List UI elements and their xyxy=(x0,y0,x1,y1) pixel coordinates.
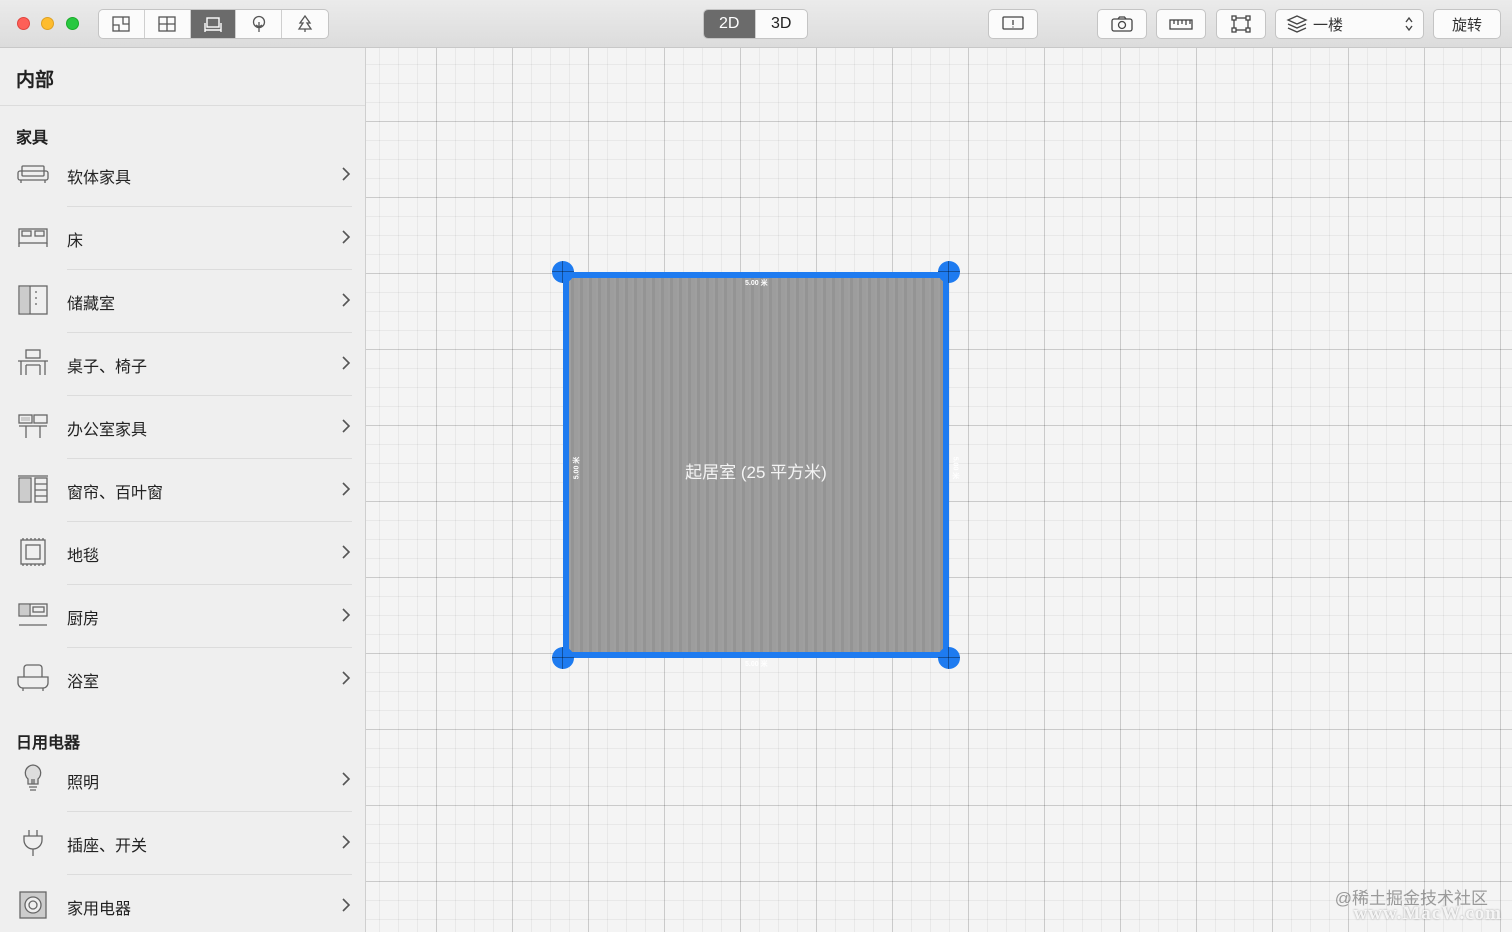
sidebar-item-label: 储藏室 xyxy=(67,296,116,313)
view-mode-landscape[interactable] xyxy=(282,10,328,38)
close-window-button[interactable] xyxy=(17,17,30,30)
snapshot-button[interactable] xyxy=(1097,9,1147,39)
chevron-right-icon xyxy=(342,772,351,786)
view-mode-selector xyxy=(98,9,329,39)
window-grid-icon xyxy=(158,16,176,32)
chevron-right-icon xyxy=(342,293,351,307)
sidebar-item-home-appliances[interactable]: 家用电器 xyxy=(0,875,365,932)
sidebar-item-upholstered[interactable]: 软体家具 xyxy=(0,144,365,207)
sidebar-item-label: 家用电器 xyxy=(67,901,132,918)
floor-select-label: 一楼 xyxy=(1313,16,1344,34)
corner-handle-bottom-right[interactable] xyxy=(938,647,960,669)
room-label: 起居室 (25 平方米) xyxy=(685,463,827,482)
view-mode-windows[interactable] xyxy=(145,10,191,38)
sidebar-item-office[interactable]: 办公室家具 xyxy=(0,396,365,459)
kitchen-icon xyxy=(18,603,48,626)
ruler-icon xyxy=(1169,19,1193,30)
sidebar-item-curtains[interactable]: 窗帘、百叶窗 xyxy=(0,459,365,522)
chevron-right-icon xyxy=(342,419,351,433)
sidebar-item-label: 插座、开关 xyxy=(67,838,148,855)
view-mode-floor-plan[interactable] xyxy=(99,10,145,38)
sidebar-item-beds[interactable]: 床 xyxy=(0,207,365,270)
table-chair-icon xyxy=(18,349,48,375)
measure-button[interactable] xyxy=(1156,9,1206,39)
sidebar-item-outlets-switches[interactable]: 插座、开关 xyxy=(0,812,365,875)
floor-select[interactable]: 一楼 xyxy=(1275,9,1424,39)
wall-measurement-bottom: 5.00 米 xyxy=(745,661,768,668)
curtain-icon xyxy=(18,475,48,503)
wall-measurement-right: 5.00 米 xyxy=(951,456,959,480)
sidebar-item-label: 地毯 xyxy=(67,548,100,565)
wall-measurement-left: 5.00 米 xyxy=(573,456,581,480)
office-desk-icon xyxy=(18,414,48,438)
sidebar-item-lighting[interactable]: 照明 xyxy=(0,749,365,812)
view-mode-garden[interactable] xyxy=(236,10,283,38)
bathtub-icon xyxy=(17,664,49,691)
sidebar-item-tables-chairs[interactable]: 桌子、椅子 xyxy=(0,333,365,396)
dimension-toggle: 2D 3D xyxy=(703,9,808,39)
minimize-window-button[interactable] xyxy=(41,17,54,30)
view-2d-button[interactable]: 2D xyxy=(704,10,756,38)
sofa-icon xyxy=(17,165,49,183)
zoom-window-button[interactable] xyxy=(66,17,79,30)
pine-tree-icon xyxy=(297,15,313,32)
chevron-right-icon xyxy=(342,835,351,849)
sidebar-title: 内部 xyxy=(16,70,55,91)
sidebar-item-label: 办公室家具 xyxy=(67,422,148,439)
floor-plan-canvas[interactable]: 起居室 (25 平方米) 5.00 米 5.00 米 5.00 米 5.00 米 xyxy=(366,48,1512,932)
chevron-right-icon xyxy=(342,545,351,559)
chevron-right-icon xyxy=(342,608,351,622)
chevron-right-icon xyxy=(342,671,351,685)
view-mode-furniture[interactable] xyxy=(190,10,237,38)
sidebar-item-storage[interactable]: 储藏室 xyxy=(0,270,365,333)
plug-icon xyxy=(23,830,43,856)
wall-measurement-top: 5.00 米 xyxy=(745,280,768,287)
sidebar-item-kitchen[interactable]: 厨房 xyxy=(0,585,365,648)
rotate-button[interactable]: 旋转 xyxy=(1433,9,1501,39)
sidebar-item-rugs[interactable]: 地毯 xyxy=(0,522,365,585)
tree-icon xyxy=(252,15,265,32)
chevron-right-icon xyxy=(342,167,351,181)
sidebar-item-label: 床 xyxy=(67,233,84,250)
cabinet-icon xyxy=(18,285,48,315)
corner-handle-top-right[interactable] xyxy=(938,261,960,283)
corner-handle-top-left[interactable] xyxy=(552,261,574,283)
appliance-icon xyxy=(19,891,47,919)
chevron-right-icon xyxy=(342,230,351,244)
transform-icon xyxy=(1231,15,1251,33)
sidebar-item-label: 桌子、椅子 xyxy=(67,359,148,376)
view-3d-button[interactable]: 3D xyxy=(756,10,808,38)
watermark-url: www.MacW.com xyxy=(1353,903,1502,924)
chevron-right-icon xyxy=(342,482,351,496)
bed-icon xyxy=(18,228,48,247)
sidebar: 内部 家具 软体家具 床 储藏室 桌子、椅子 办公室家具 窗帘、百叶窗 地毯 厨… xyxy=(0,48,366,932)
lightbulb-icon xyxy=(24,764,42,791)
window-toolbar: 2D 3D 一楼 旋转 xyxy=(0,0,1512,48)
sidebar-item-label: 厨房 xyxy=(67,611,100,628)
room-living-room[interactable]: 起居室 (25 平方米) 5.00 米 5.00 米 5.00 米 5.00 米 xyxy=(563,272,958,668)
sidebar-item-bathroom[interactable]: 浴室 xyxy=(0,648,365,711)
corner-handle-bottom-left[interactable] xyxy=(552,647,574,669)
alert-icon xyxy=(1002,16,1024,30)
chevron-right-icon xyxy=(342,898,351,912)
sidebar-item-label: 软体家具 xyxy=(67,170,132,187)
sidebar-item-label: 照明 xyxy=(67,775,100,792)
divider xyxy=(0,105,365,106)
rug-icon xyxy=(20,538,46,566)
transform-button[interactable] xyxy=(1216,9,1266,39)
furniture-icon xyxy=(204,17,222,32)
chevron-updown-icon xyxy=(1405,16,1413,32)
chevron-right-icon xyxy=(342,356,351,370)
layers-icon xyxy=(1286,15,1308,33)
alert-button[interactable] xyxy=(988,9,1038,39)
sidebar-item-label: 窗帘、百叶窗 xyxy=(67,485,164,502)
sidebar-item-label: 浴室 xyxy=(67,674,100,691)
floor-plan-icon xyxy=(112,16,131,32)
camera-icon xyxy=(1111,16,1133,32)
